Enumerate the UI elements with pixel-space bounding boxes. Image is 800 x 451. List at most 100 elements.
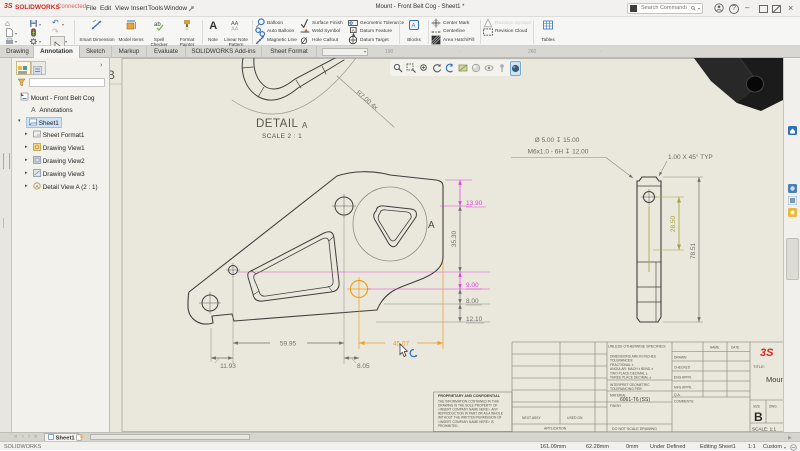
tree-item-drawing-view1[interactable]: Drawing View1 — [33, 143, 85, 152]
note-button[interactable]: A Note — [205, 18, 221, 45]
revision-cloud-button[interactable]: Revision Cloud — [483, 28, 527, 36]
dimension[interactable]: 35.30 — [451, 230, 458, 247]
detail-boundary-arc[interactable] — [232, 58, 356, 114]
rotate-view-icon[interactable] — [432, 63, 442, 73]
next-sheet-button[interactable]: › — [28, 434, 30, 440]
rebuild-icon[interactable] — [29, 28, 38, 37]
detail-circle[interactable] — [353, 187, 427, 261]
hole-small[interactable] — [226, 263, 240, 277]
hscrollbar-thumb[interactable] — [90, 434, 250, 440]
help-icon[interactable]: ? — [729, 4, 739, 14]
expand-arrow-icon[interactable]: ▸ — [25, 183, 28, 189]
tab-feature-tree-icon[interactable] — [16, 61, 31, 75]
tree-item-sheet1[interactable]: Sheet1 — [26, 117, 62, 128]
menu-edit[interactable]: Edit — [100, 5, 111, 12]
restore-button[interactable] — [759, 5, 768, 13]
chamfer-note[interactable]: 1.00 X 45° TYP — [659, 153, 713, 176]
dimension[interactable]: 9.00 — [466, 282, 479, 289]
expand-arrow-icon[interactable]: ▸ — [25, 157, 28, 163]
menu-view[interactable]: View — [115, 5, 129, 12]
hole-callout-line2[interactable]: M6x1.0 - 6H ↧ 12.00 — [528, 148, 589, 156]
drawing-view-side[interactable] — [637, 177, 661, 322]
expand-arrow-icon[interactable]: ▸ — [25, 170, 28, 176]
search-input[interactable] — [639, 4, 689, 12]
task-pane-resources-icon[interactable] — [788, 184, 797, 193]
expand-arrow-icon[interactable]: ▾ — [18, 118, 21, 124]
previous-view-icon[interactable] — [445, 63, 455, 73]
format-painter-button[interactable]: Format Painter — [174, 18, 200, 45]
task-pane-library-icon[interactable] — [788, 196, 797, 205]
tab-addins[interactable]: SOLIDWORKS Add-ins — [186, 46, 262, 58]
dimension[interactable]: 59.95 — [280, 341, 297, 348]
view-settings-button[interactable] — [510, 61, 521, 76]
tree-item-drawing-view3[interactable]: Drawing View3 — [33, 169, 85, 178]
tab-sheet-format[interactable]: Sheet Format — [262, 46, 317, 58]
model-items-button[interactable]: Model Items — [118, 18, 144, 45]
task-pane-home-icon[interactable] — [788, 126, 797, 135]
dimension[interactable]: 8.05 — [357, 363, 370, 370]
tab-annotation[interactable]: Annotation — [34, 46, 80, 58]
options-dropdown-icon[interactable]: ▾ — [39, 39, 41, 44]
sheet-tab-active[interactable]: Sheet1 — [44, 433, 79, 441]
tab-sketch[interactable]: Sketch — [80, 46, 112, 58]
graphics-area[interactable]: B R7.00 4x DETAIL A SCALE 2 : 1 — [110, 58, 783, 432]
home-icon[interactable]: ⌂ — [5, 19, 14, 28]
menu-insert[interactable]: Insert — [131, 5, 147, 12]
first-sheet-button[interactable]: « — [14, 434, 17, 440]
config-dropdown-icon[interactable]: ▾ — [784, 445, 786, 450]
magnetic-line-button[interactable]: Magnetic Line — [255, 36, 297, 44]
prev-sheet-button[interactable]: ‹ — [22, 434, 24, 440]
zoom-fit-icon[interactable] — [393, 63, 403, 73]
drawing-view-front[interactable]: A — [188, 172, 443, 324]
statusbar-options-icon[interactable] — [790, 444, 797, 451]
drawing-sheet[interactable]: B R7.00 4x DETAIL A SCALE 2 : 1 — [110, 58, 783, 432]
options-gear-icon[interactable] — [29, 37, 38, 46]
minimize-button[interactable]: – — [745, 3, 749, 12]
statusbar-scale[interactable]: 1:1 — [748, 444, 756, 450]
hscroll-right-arrow[interactable]: ▶ — [788, 435, 792, 441]
expand-arrow-icon[interactable]: ▸ — [25, 131, 28, 137]
dimension[interactable]: 13.90 — [466, 200, 483, 207]
tables-button[interactable]: Tables — [536, 18, 560, 45]
new-dropdown-icon[interactable]: ▾ — [15, 31, 17, 36]
dimension[interactable]: 78.51 — [690, 242, 697, 259]
hole-top[interactable] — [332, 194, 356, 218]
panel-expand-chevron-icon[interactable]: › — [100, 62, 102, 69]
hole-left[interactable] — [199, 292, 221, 314]
undo-dropdown-icon[interactable]: ▾ — [62, 22, 64, 27]
display-style-icon[interactable] — [471, 63, 481, 73]
area-hatch-button[interactable]: Area Hatch/Fill — [431, 36, 474, 44]
expand-arrow-icon[interactable]: ▸ — [25, 144, 28, 150]
tree-item-annotations[interactable]: A Annotations — [30, 105, 73, 114]
hole-callout[interactable]: Ø 5.00 ↧ 15.00 M6x1.0 - 6H ↧ 12.00 — [511, 136, 633, 178]
tree-item-drawing-view2[interactable]: Drawing View2 — [33, 156, 85, 165]
filter-input[interactable] — [29, 78, 105, 87]
print-dropdown-icon[interactable]: ▾ — [15, 39, 17, 44]
panel-grip[interactable] — [3, 153, 10, 169]
redo-icon[interactable]: ↷ — [52, 27, 61, 36]
smart-dimension-button[interactable]: Smart Dimension — [78, 18, 116, 45]
tab-markup[interactable]: Markup — [112, 46, 147, 58]
user-account-icon[interactable] — [714, 3, 724, 13]
tab-options-combo[interactable]: ▾ — [322, 48, 368, 56]
new-document-icon[interactable] — [5, 28, 14, 37]
statusbar-config[interactable]: Custom — [763, 444, 782, 450]
tab-evaluate[interactable]: Evaluate — [147, 46, 186, 58]
menu-file[interactable]: File — [86, 5, 96, 12]
undo-icon[interactable]: ↶ — [52, 18, 61, 27]
pin-toolbar-icon[interactable] — [497, 63, 507, 73]
tree-item-sheet-format[interactable]: Sheet Format1 — [33, 130, 84, 139]
dimension-selected[interactable]: 28.50 — [670, 215, 677, 232]
left-panel-strip[interactable] — [0, 58, 12, 432]
tab-property-manager-icon[interactable] — [31, 61, 46, 75]
vertical-scrollbar-thumb[interactable] — [786, 238, 799, 280]
last-sheet-button[interactable]: » — [34, 434, 37, 440]
zoom-area-icon[interactable] — [406, 63, 416, 73]
search-dropdown-icon[interactable]: ▾ — [698, 6, 700, 11]
pin-icon[interactable] — [187, 5, 195, 13]
tree-root[interactable]: Mount - Front Belt Cog — [20, 92, 94, 102]
spell-checker-button[interactable]: ab Spell Checker — [146, 18, 172, 45]
panel-grip[interactable] — [3, 218, 9, 228]
chamfer-note-text[interactable]: 1.00 X 45° TYP — [668, 153, 713, 161]
blocks-button[interactable]: A Blocks — [402, 18, 426, 45]
